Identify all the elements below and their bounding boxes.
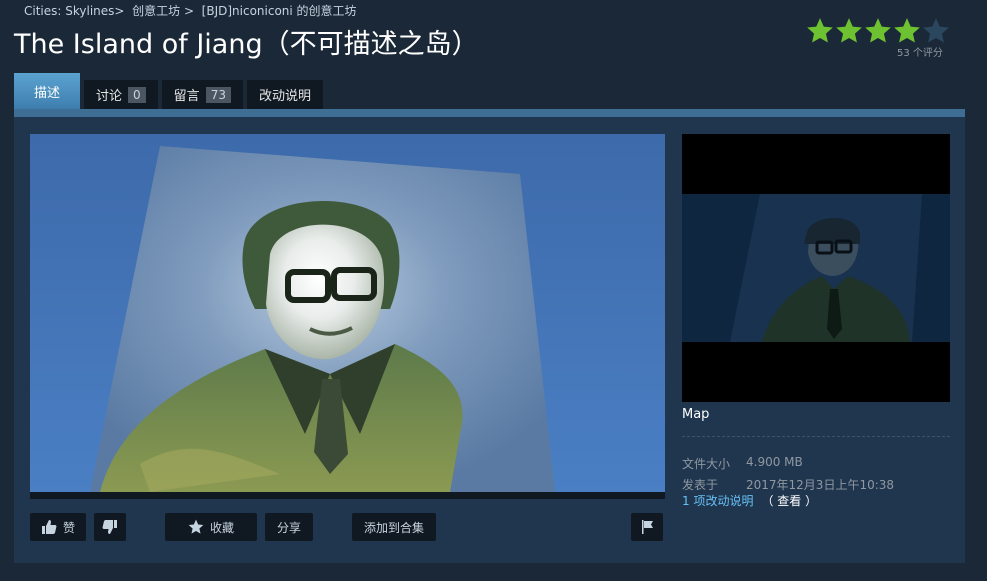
tab-bar: 描述 讨论 0 留言 73 改动说明	[14, 73, 323, 109]
like-label: 赞	[62, 520, 75, 535]
breadcrumb-author-link[interactable]: [BJD]niconiconi 的创意工坊	[202, 4, 357, 18]
file-size-value: 4.900 MB	[746, 455, 803, 469]
star-icon	[836, 18, 862, 43]
posted-label: 发表于	[682, 478, 719, 492]
item-type: Map	[682, 407, 710, 422]
rating-stars	[806, 17, 950, 45]
tab-label: 描述	[34, 85, 61, 101]
tab-count-badge: 0	[128, 86, 146, 103]
tab-description[interactable]: 描述	[14, 73, 81, 109]
breadcrumb-separator: >	[114, 4, 125, 18]
tab-comments[interactable]: 留言 73	[161, 80, 243, 109]
tab-label: 改动说明	[258, 89, 311, 104]
add-to-collection-label: 添加到合集	[363, 520, 424, 535]
tab-count-badge: 73	[205, 86, 231, 103]
main-panel: Map 文件大小 4.900 MB 发表于 2017年12月3日上午10:38 …	[14, 109, 965, 563]
dislike-button[interactable]	[94, 513, 126, 541]
star-icon	[865, 18, 891, 43]
page-title: The Island of Jiang（不可描述之岛）	[14, 29, 479, 60]
flag-icon	[642, 520, 653, 534]
tab-change-notes[interactable]: 改动说明	[246, 80, 323, 109]
main-preview-image[interactable]	[30, 134, 665, 492]
file-size-row: 文件大小 4.900 MB	[682, 455, 803, 472]
breadcrumb: Cities: Skylines> 创意工坊 > [BJD]niconiconi…	[24, 2, 357, 19]
thumbs-up-icon	[41, 520, 57, 534]
star-icon	[188, 519, 204, 534]
view-change-notes-link[interactable]: （ 查看 ）	[761, 494, 817, 508]
like-button[interactable]: 赞	[30, 513, 86, 541]
tab-discussions[interactable]: 讨论 0	[84, 80, 158, 109]
favorite-button[interactable]: 收藏	[165, 513, 257, 541]
star-icon	[807, 18, 833, 43]
tab-label: 讨论	[96, 89, 123, 104]
star-empty-icon	[923, 18, 949, 43]
preview-strip	[30, 492, 665, 499]
star-icon	[894, 18, 920, 43]
report-button[interactable]	[631, 513, 663, 541]
thumbnail-image[interactable]	[682, 134, 950, 402]
breadcrumb-separator: >	[183, 4, 195, 18]
posted-row: 发表于 2017年12月3日上午10:38	[682, 476, 894, 493]
favorite-label: 收藏	[209, 520, 234, 535]
breadcrumb-game-link[interactable]: Cities: Skylines	[24, 4, 114, 18]
breadcrumb-workshop-link[interactable]: 创意工坊	[132, 4, 180, 18]
tab-label: 留言	[173, 89, 200, 104]
file-size-label: 文件大小	[682, 457, 731, 471]
add-to-collection-button[interactable]: 添加到合集	[352, 513, 436, 541]
share-label: 分享	[276, 520, 301, 535]
thumbs-down-icon	[102, 520, 117, 534]
posted-value: 2017年12月3日上午10:38	[746, 478, 895, 492]
details-divider	[682, 436, 950, 437]
share-button[interactable]: 分享	[265, 513, 313, 541]
change-notes-link[interactable]: 1 项改动说明	[682, 494, 753, 508]
change-notes-row: 1 项改动说明 （ 查看 ）	[682, 492, 817, 509]
rating-count: 53 个评分	[897, 48, 943, 59]
